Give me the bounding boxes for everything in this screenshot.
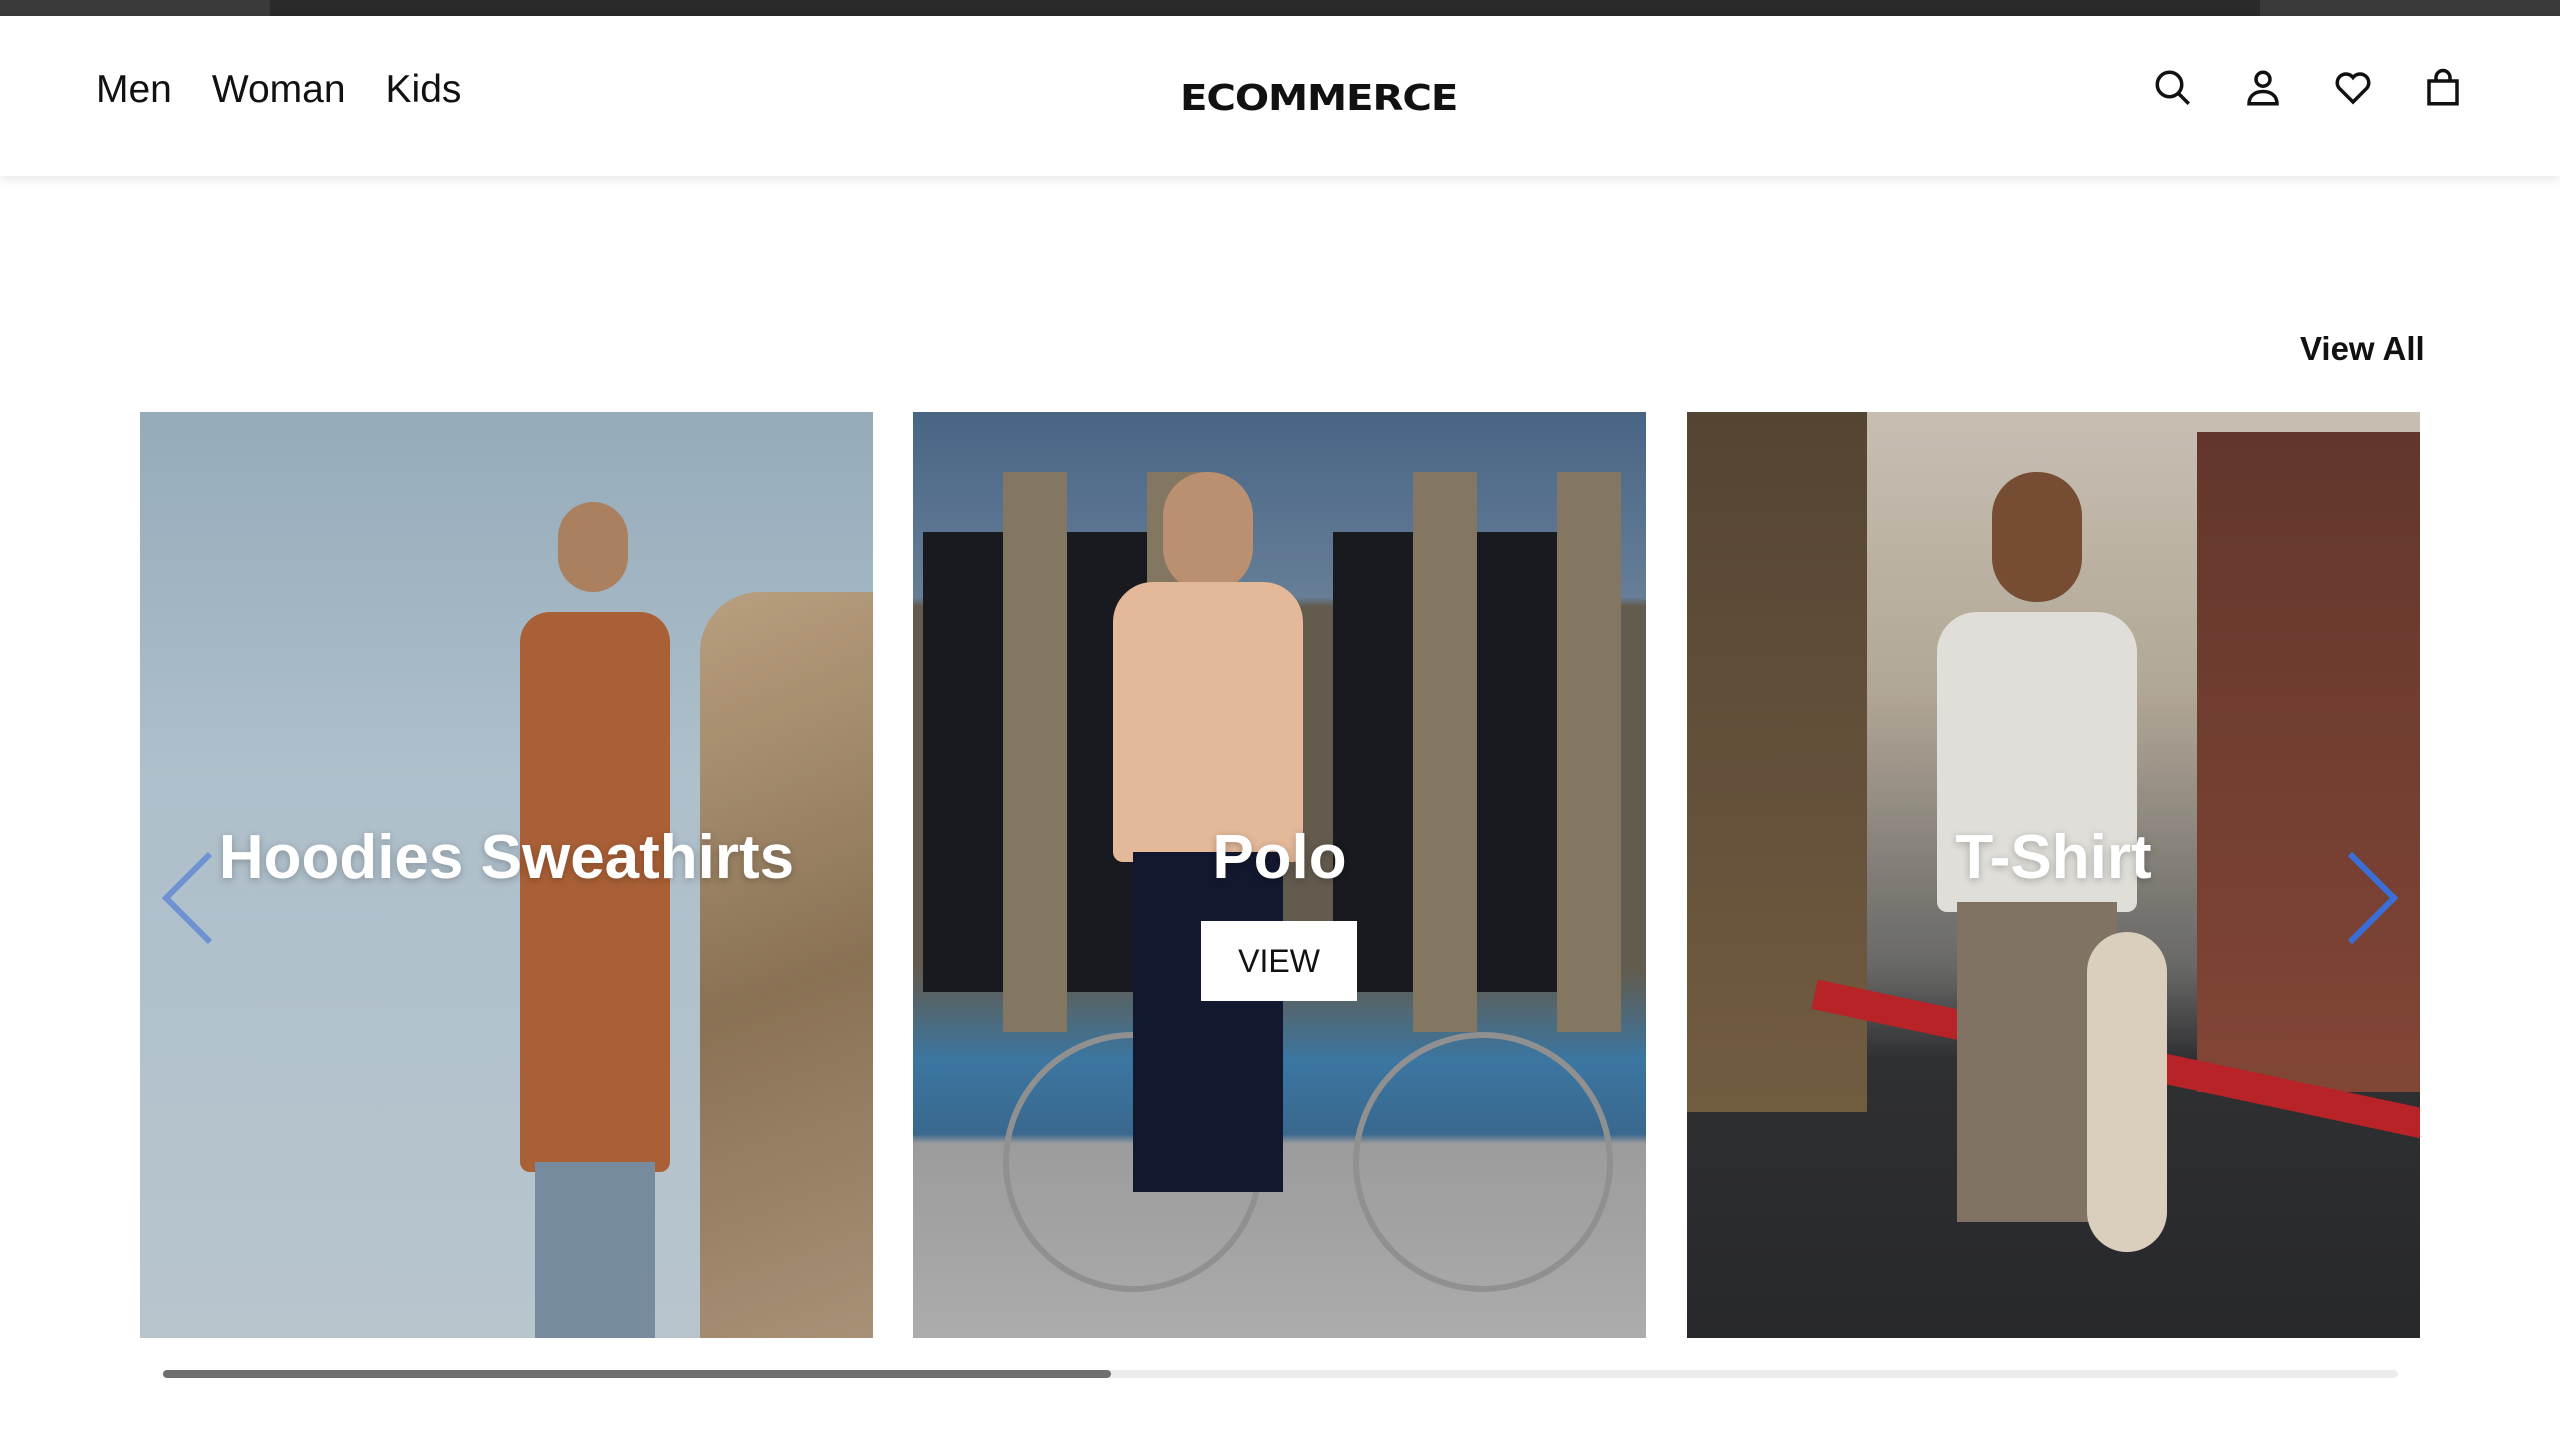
category-carousel: Hoodies Sweathirts Polo VIEW T-Shirt <box>140 412 2420 1338</box>
site-header: Men Woman Kids eCOMMERCE <box>0 16 2560 176</box>
category-card-polo[interactable]: Polo VIEW <box>913 412 1646 1338</box>
card-title: T-Shirt <box>1955 823 2152 892</box>
user-icon[interactable] <box>2242 64 2284 112</box>
category-card-hoodies[interactable]: Hoodies Sweathirts <box>140 412 873 1338</box>
card-title: Polo <box>1212 823 1347 892</box>
heart-icon[interactable] <box>2332 64 2374 112</box>
view-all-link[interactable]: View All <box>2300 330 2425 368</box>
search-icon[interactable] <box>2152 64 2194 112</box>
header-icons <box>2152 64 2464 112</box>
site-logo[interactable]: eCOMMERCE <box>1180 78 1458 119</box>
carousel-scrollbar[interactable] <box>163 1370 2398 1378</box>
view-button[interactable]: VIEW <box>1201 921 1357 1001</box>
card-title: Hoodies Sweathirts <box>218 823 795 892</box>
top-strip-inner <box>270 0 2260 16</box>
category-card-tshirt[interactable]: T-Shirt <box>1687 412 2420 1338</box>
nav-item-woman[interactable]: Woman <box>212 68 346 112</box>
scrollbar-thumb[interactable] <box>163 1370 1111 1378</box>
nav-item-kids[interactable]: Kids <box>386 68 462 112</box>
bag-icon[interactable] <box>2422 64 2464 112</box>
carousel-next-arrow-icon[interactable] <box>2342 848 2402 948</box>
top-strip <box>0 0 2560 16</box>
main-nav: Men Woman Kids <box>96 68 461 112</box>
carousel-prev-arrow-icon[interactable] <box>158 848 218 948</box>
nav-item-men[interactable]: Men <box>96 68 172 112</box>
